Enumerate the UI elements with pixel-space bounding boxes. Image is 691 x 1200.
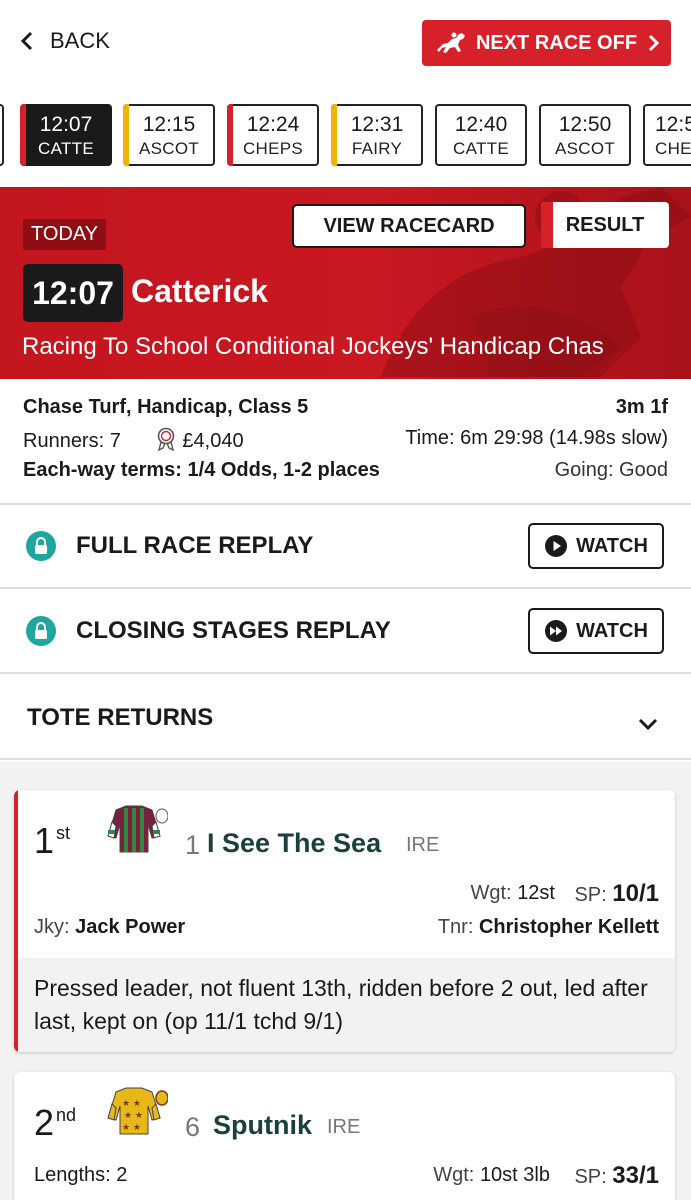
race-info: Chase Turf, Handicap, Class 5 3m 1f Runn… — [0, 379, 691, 505]
results-list: 1st 1 I See The Sea IRE Wgt: 12st SP: 10… — [0, 762, 691, 1200]
full-race-replay-row: FULL RACE REPLAY WATCH — [0, 505, 691, 589]
weight: Wgt: 12st — [470, 882, 556, 904]
result-button[interactable]: RESULT — [541, 202, 669, 248]
race-time: 12:07 — [23, 264, 123, 322]
play-icon — [545, 535, 568, 557]
tab-status-bar — [123, 104, 129, 166]
course-name: Catterick — [131, 273, 268, 309]
closing-stages-replay-row: CLOSING STAGES REPLAY WATCH — [0, 590, 691, 674]
prize-money: £4,040 — [182, 430, 244, 452]
today-badge: TODAY — [23, 219, 107, 250]
watch-full-replay-button[interactable]: WATCH — [528, 523, 664, 569]
race-type: Chase Turf, Handicap, Class 5 — [23, 396, 309, 418]
weight: Wgt: 10st 3lb — [433, 1164, 550, 1186]
jockey-silk-icon — [107, 805, 168, 853]
race-time-result: Time: 6m 29:98 (14.98s slow) — [405, 427, 668, 449]
race-title: Racing To School Conditional Jockeys' Ha… — [22, 333, 604, 360]
trainer: Tnr: Christopher Kellett — [437, 916, 659, 938]
horse-number: 6 — [185, 1112, 201, 1142]
next-race-label: NEXT RACE OFF — [475, 31, 638, 54]
tab-status-bar — [227, 104, 233, 166]
tab-course: CATTE — [453, 139, 509, 158]
back-label: BACK — [50, 28, 110, 53]
tab-course: CATTE — [38, 139, 94, 158]
finish-position: 2nd — [34, 1102, 77, 1143]
race-tab-4[interactable]: 12:40 CATTE — [435, 104, 527, 166]
race-tab-3[interactable]: 12:31 FAIRY — [331, 104, 423, 166]
svg-text:★ ★: ★ ★ — [122, 1123, 141, 1133]
horse-name[interactable]: Sputnik — [213, 1110, 312, 1141]
svg-text:★ ★: ★ ★ — [122, 1099, 141, 1109]
tote-returns-row[interactable]: TOTE RETURNS — [0, 676, 691, 760]
lock-icon — [26, 531, 56, 561]
race-tab-6[interactable]: 12:5 CHE — [643, 104, 691, 166]
watch-closing-stages-button[interactable]: WATCH — [528, 608, 664, 654]
tab-time: 12:40 — [454, 113, 508, 136]
result-card-1[interactable]: 1st 1 I See The Sea IRE Wgt: 12st SP: 10… — [14, 790, 675, 1052]
starting-price: SP: 33/1 — [574, 1162, 659, 1189]
tab-course: ASCOT — [554, 139, 616, 158]
tab-course: CHEPS — [242, 139, 304, 158]
horse-country: IRE — [327, 1116, 361, 1138]
tab-course: ASCOT — [138, 139, 200, 158]
each-way-terms: Each-way terms: 1/4 Odds, 1-2 places — [23, 459, 380, 481]
race-comment: Pressed leader, not fluent 13th, ridden … — [18, 958, 675, 1052]
tab-time: 12:07 — [39, 113, 93, 136]
closing-stages-replay-label: CLOSING STAGES REPLAY — [76, 617, 391, 644]
starting-price: SP: 10/1 — [574, 880, 659, 907]
tab-status-bar — [20, 104, 26, 166]
tab-time: 12:50 — [558, 113, 612, 136]
runners-count: Runners: 7 — [23, 430, 121, 452]
horse-country: IRE — [406, 834, 440, 856]
chevron-left-icon — [20, 31, 33, 51]
lock-icon — [26, 616, 56, 646]
back-button[interactable]: BACK — [18, 28, 110, 54]
horse-racing-icon — [436, 32, 465, 53]
tab-time: 12:15 — [142, 113, 196, 136]
lengths: Lengths: 2 — [34, 1164, 128, 1186]
tab-time: 12:31 — [350, 113, 404, 136]
tab-course: FAIRY — [351, 139, 403, 158]
race-tab-5[interactable]: 12:50 ASCOT — [539, 104, 631, 166]
race-distance: 3m 1f — [615, 396, 668, 418]
race-tab-2[interactable]: 12:24 CHEPS — [227, 104, 319, 166]
tab-time: 12:5 — [655, 113, 691, 136]
going: Going: Good — [554, 459, 668, 481]
watch-label: WATCH — [576, 619, 648, 642]
race-header: TODAY VIEW RACECARD RESULT 12:07 Catteri… — [0, 187, 691, 379]
horse-number: 1 — [185, 830, 201, 860]
tab-status-bar — [331, 104, 337, 166]
watch-label: WATCH — [576, 534, 648, 557]
next-race-off-button[interactable]: NEXT RACE OFF — [422, 20, 671, 66]
race-tab-previous[interactable] — [0, 104, 4, 166]
chevron-down-icon[interactable] — [637, 716, 659, 732]
jockey-silk-icon: ★ ★ ★ ★ ★ ★ — [107, 1087, 168, 1135]
full-race-replay-label: FULL RACE REPLAY — [76, 532, 314, 559]
tab-course: CHE — [655, 139, 691, 158]
tab-time: 12:24 — [246, 113, 300, 136]
view-racecard-button[interactable]: VIEW RACECARD — [292, 204, 526, 248]
prize-rosette-icon — [158, 427, 175, 451]
top-bar: BACK NEXT RACE OFF — [0, 0, 691, 90]
race-tabs: 12:07 CATTE 12:15 ASCOT 12:24 CHEPS 12:3… — [0, 104, 691, 166]
race-tab-1[interactable]: 12:15 ASCOT — [123, 104, 215, 166]
result-label: RESULT — [565, 213, 645, 236]
finish-position: 1st — [34, 820, 71, 861]
horse-name[interactable]: I See The Sea — [207, 828, 381, 859]
tote-returns-label: TOTE RETURNS — [27, 704, 214, 731]
jockey: Jky: Jack Power — [34, 916, 186, 938]
race-tab-0[interactable]: 12:07 CATTE — [20, 104, 112, 166]
fast-forward-icon — [545, 620, 568, 642]
chevron-right-icon — [649, 34, 660, 52]
result-card-2[interactable]: 2nd ★ ★ ★ ★ ★ ★ 6 Sputnik IRE Lengths: 2… — [14, 1072, 675, 1200]
svg-text:★ ★: ★ ★ — [124, 1111, 143, 1121]
